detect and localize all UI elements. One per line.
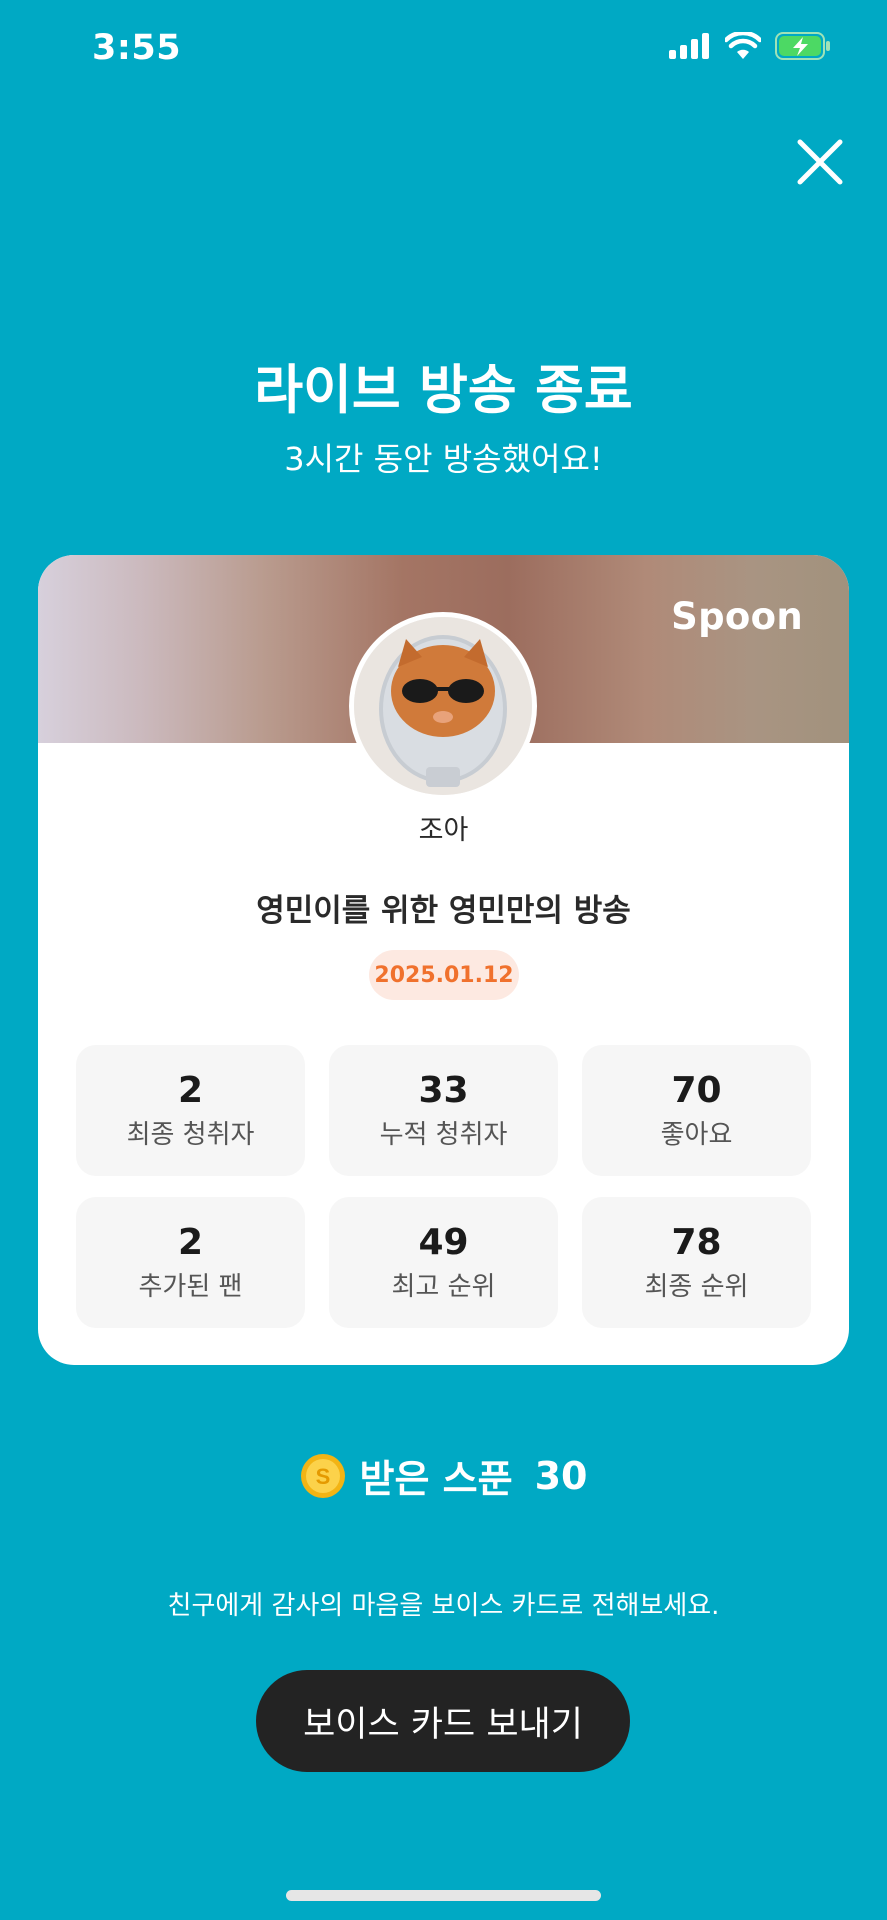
spoon-coin-icon: S — [300, 1453, 345, 1498]
stat-value: 78 — [671, 1221, 722, 1263]
spoons-label: 받은 스푼 — [359, 1457, 513, 1501]
cellular-signal-icon — [669, 33, 709, 59]
stat-best-rank: 49 최고 순위 — [329, 1197, 558, 1328]
date-badge: 2025.01.12 — [369, 950, 519, 1000]
stat-label: 최종 청취자 — [126, 1119, 255, 1150]
status-bar: 3:55 — [0, 0, 887, 100]
stat-label: 최고 순위 — [391, 1271, 496, 1302]
broadcast-summary-card: Spoon 조아 영민이를 위한 영민만의 방송 2025.01.12 2 최종… — [38, 555, 849, 1365]
thanks-message: 친구에게 감사의 마음을 보이스 카드로 전해보세요. — [167, 1591, 720, 1621]
username: 조아 — [418, 815, 469, 846]
avatar-image — [354, 617, 532, 795]
stat-value: 49 — [418, 1221, 469, 1263]
spoons-count: 30 — [534, 1453, 588, 1498]
received-spoons: S 받은 스푼 30 — [0, 1448, 887, 1503]
stat-new-fans: 2 추가된 팬 — [76, 1197, 305, 1328]
avatar — [349, 612, 537, 800]
svg-text:S: S — [315, 1464, 330, 1489]
stat-value: 33 — [418, 1069, 469, 1111]
stat-value: 2 — [177, 1069, 204, 1111]
status-icons — [669, 32, 831, 60]
home-indicator[interactable] — [286, 1890, 601, 1901]
stat-likes: 70 좋아요 — [582, 1045, 811, 1176]
stat-value: 70 — [671, 1069, 722, 1111]
page-subtitle: 3시간 동안 방송했어요! — [284, 440, 603, 478]
stat-label: 누적 청취자 — [379, 1119, 508, 1150]
stat-final-listeners: 2 최종 청취자 — [76, 1045, 305, 1176]
send-voice-card-button[interactable]: 보이스 카드 보내기 — [256, 1670, 630, 1772]
stat-total-listeners: 33 누적 청취자 — [329, 1045, 558, 1176]
stats-grid: 2 최종 청취자 33 누적 청취자 70 좋아요 2 추가된 팬 49 최고 … — [76, 1045, 811, 1328]
status-time: 3:55 — [92, 28, 182, 68]
stat-value: 2 — [177, 1221, 204, 1263]
stat-final-rank: 78 최종 순위 — [582, 1197, 811, 1328]
page-title: 라이브 방송 종료 — [254, 360, 633, 421]
stat-label: 추가된 팬 — [138, 1271, 243, 1302]
stat-label: 좋아요 — [660, 1119, 733, 1150]
brand-logo: Spoon — [671, 595, 803, 638]
battery-charging-icon — [775, 32, 830, 60]
broadcast-title: 영민이를 위한 영민만의 방송 — [256, 893, 631, 929]
close-icon[interactable] — [795, 137, 845, 187]
stat-label: 최종 순위 — [644, 1271, 749, 1302]
wifi-icon — [725, 32, 761, 59]
